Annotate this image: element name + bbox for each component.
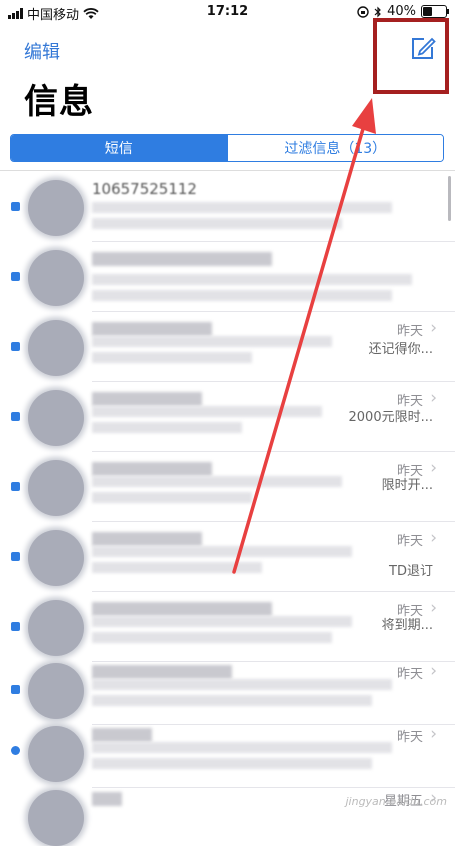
message-row[interactable]: 昨天 › 还记得你... [0, 312, 455, 382]
preview-blurred [92, 758, 372, 769]
message-date: 昨天 [396, 324, 423, 339]
avatar [28, 320, 84, 376]
sender-blurred [92, 462, 212, 476]
message-date: 昨天 [396, 667, 423, 682]
avatar [28, 790, 84, 846]
unread-indicator [11, 272, 20, 281]
orientation-lock-icon [357, 5, 369, 18]
avatar [28, 250, 84, 306]
preview-blurred [92, 562, 262, 573]
preview-blurred [92, 492, 252, 503]
preview-tail: TD退订 [389, 564, 433, 579]
tab-sms[interactable]: 短信 [11, 135, 227, 161]
sender-blurred [92, 792, 122, 806]
unread-indicator [11, 685, 20, 694]
preview-tail: 限时开... [381, 478, 433, 493]
status-right: 40% [357, 4, 449, 19]
watermark: jingyan.baidu.com [345, 795, 447, 808]
sender-blurred [92, 322, 212, 336]
unread-indicator [11, 342, 20, 351]
sender-blurred [92, 532, 202, 546]
chevron-right-icon: › [430, 388, 437, 408]
preview-blurred [92, 218, 342, 229]
unread-indicator [11, 622, 20, 631]
edit-button[interactable]: 编辑 [24, 38, 60, 64]
preview-blurred [92, 632, 332, 643]
avatar [28, 600, 84, 656]
battery-icon [421, 5, 449, 18]
list-top-divider [0, 170, 455, 171]
preview-blurred [92, 274, 412, 285]
sender-blurred [92, 665, 232, 679]
preview-blurred [92, 352, 252, 363]
message-row[interactable]: 昨天 › [0, 718, 455, 788]
preview-blurred [92, 476, 342, 487]
message-filter-tabs: 短信 过滤信息（13） [10, 134, 444, 162]
avatar [28, 460, 84, 516]
message-row[interactable]: 昨天 › 2000元限时... [0, 382, 455, 452]
tab-filtered[interactable]: 过滤信息（13） [226, 135, 443, 161]
unread-indicator [11, 202, 20, 211]
preview-blurred [92, 616, 352, 627]
preview-blurred [92, 336, 332, 347]
battery-percent: 40% [387, 4, 416, 19]
sender-blurred [92, 602, 272, 616]
message-date: 昨天 [396, 534, 423, 549]
sender-blurred [92, 252, 272, 266]
avatar [28, 180, 84, 236]
unread-indicator [11, 412, 20, 421]
unread-indicator [11, 552, 20, 561]
preview-blurred [92, 695, 372, 706]
message-row[interactable] [0, 242, 455, 312]
unread-indicator [11, 482, 20, 491]
preview-blurred [92, 546, 352, 557]
chevron-right-icon: › [430, 528, 437, 548]
battery-fill [423, 7, 432, 16]
chevron-right-icon: › [430, 724, 437, 744]
page-title: 信息 [24, 82, 94, 122]
sender-name: 10657525112 [92, 180, 197, 198]
sender-blurred [92, 728, 152, 742]
message-date: 昨天 [396, 730, 423, 745]
preview-blurred [92, 290, 392, 301]
preview-blurred [92, 406, 322, 417]
message-row[interactable]: 昨天 › 限时开... [0, 452, 455, 522]
bluetooth-icon [374, 6, 381, 17]
preview-blurred [92, 422, 242, 433]
preview-tail: 还记得你... [368, 342, 433, 357]
message-row[interactable]: 昨天 › [0, 655, 455, 725]
message-row[interactable]: 昨天 › 将到期... [0, 592, 455, 662]
message-row[interactable]: 10657525112 [0, 172, 455, 242]
highlight-annotation-box [373, 18, 449, 94]
preview-tail: 2000元限时... [348, 410, 433, 425]
preview-tail: 将到期... [381, 618, 433, 633]
sender-blurred [92, 392, 202, 406]
preview-blurred [92, 202, 392, 213]
message-row[interactable]: 昨天 › TD退订 [0, 522, 455, 592]
chevron-right-icon: › [430, 661, 437, 681]
preview-blurred [92, 742, 392, 753]
chevron-right-icon: › [430, 318, 437, 338]
avatar [28, 663, 84, 719]
preview-blurred [92, 679, 392, 690]
avatar [28, 390, 84, 446]
scrollbar[interactable] [448, 176, 451, 221]
avatar [28, 530, 84, 586]
avatar [28, 726, 84, 782]
unread-indicator [11, 746, 20, 755]
